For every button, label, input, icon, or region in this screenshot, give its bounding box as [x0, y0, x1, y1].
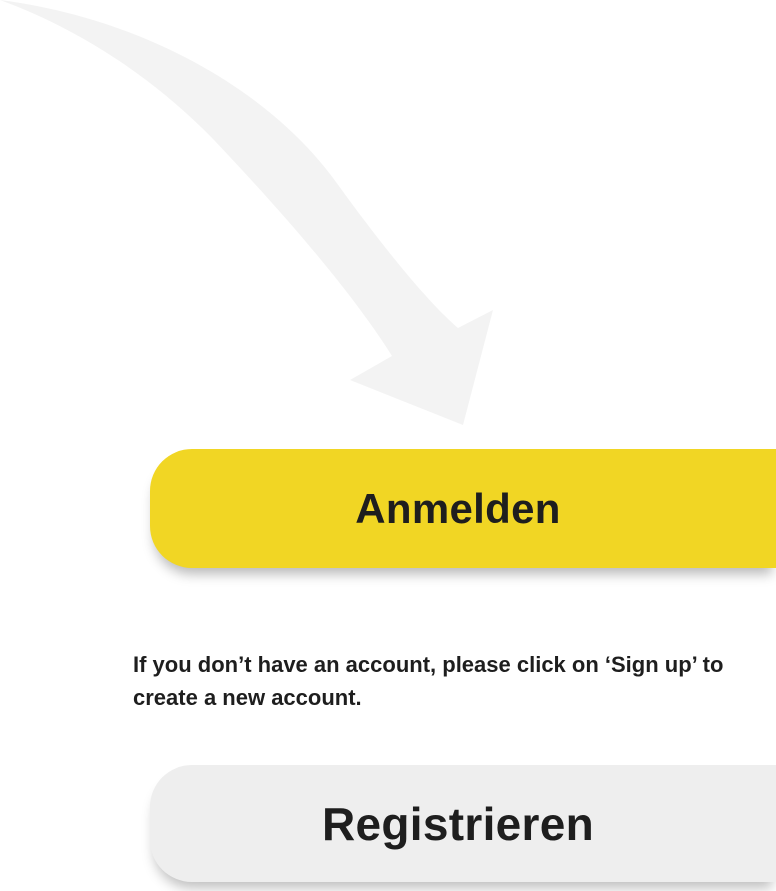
login-button[interactable]: Anmelden — [150, 449, 776, 568]
signup-info-text: If you don’t have an account, please cli… — [133, 652, 724, 710]
login-button-label: Anmelden — [355, 484, 561, 532]
curved-arrow-pointer — [0, 0, 493, 425]
register-button-label: Registrieren — [321, 797, 595, 850]
register-button[interactable]: Registrieren — [150, 765, 776, 882]
login-screen: Anmelden If you don’t have an account, p… — [0, 0, 776, 891]
